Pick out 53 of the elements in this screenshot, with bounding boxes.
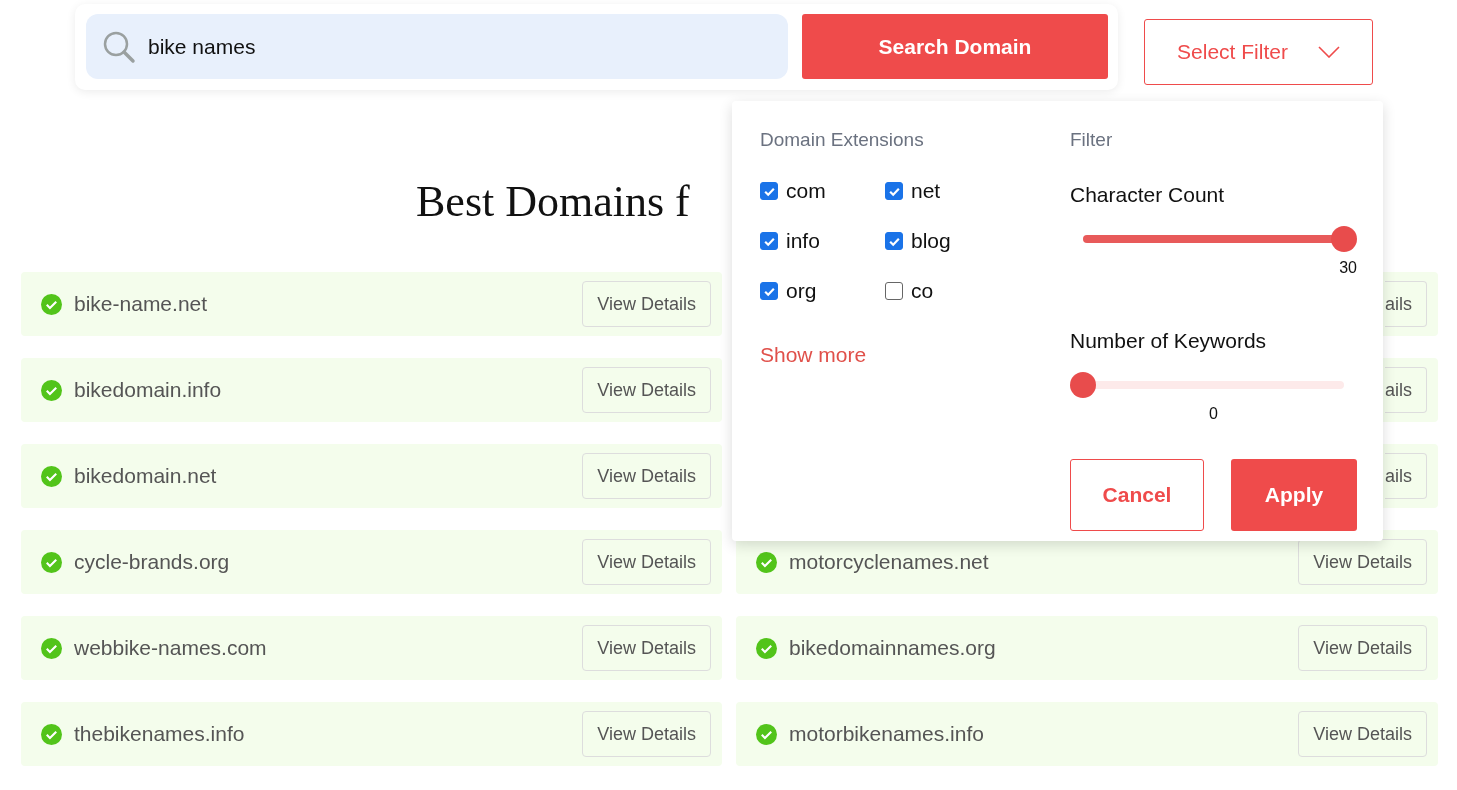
check-circle-icon [41,637,62,659]
view-details-button[interactable]: View Details [582,367,711,413]
search-field[interactable]: bike names [86,14,788,79]
extension-checkbox[interactable]: info [760,229,885,253]
slider-value: 0 [1208,405,1219,423]
slider-value: 30 [1338,259,1357,277]
slider-label: Number of Keywords [1070,329,1268,353]
view-details-button[interactable]: View Details [582,625,711,671]
check-circle-icon [756,723,777,745]
chevron-down-icon [1317,46,1340,58]
extension-checkbox[interactable]: com [760,179,885,203]
domain-name: bikedomain.info [74,378,223,402]
apply-button[interactable]: Apply [1231,459,1357,531]
search-icon [102,29,136,64]
extension-checkbox[interactable]: co [885,279,1005,303]
select-filter-button[interactable]: Select Filter [1144,19,1373,85]
check-circle-icon [756,637,777,659]
extension-checkbox[interactable]: org [760,279,885,303]
view-details-button[interactable]: ails [1385,453,1427,499]
view-details-button[interactable]: View Details [1298,625,1427,671]
domain-name: bike-name.net [74,292,209,316]
cancel-button[interactable]: Cancel [1070,459,1204,531]
check-circle-icon [41,293,62,315]
slider-thumb[interactable] [1070,372,1096,398]
view-details-button[interactable]: View Details [582,453,711,499]
domain-name: bikedomain.net [74,464,218,488]
view-details-button[interactable]: View Details [582,281,711,327]
check-circle-icon [41,551,62,573]
check-circle-icon [41,465,62,487]
slider-label: Character Count [1070,183,1226,207]
check-circle-icon [41,723,62,745]
view-details-button[interactable]: ails [1385,281,1427,327]
view-details-button[interactable]: View Details [1298,711,1427,757]
view-details-button[interactable]: ails [1385,367,1427,413]
page-heading: Best Domains f [416,176,690,228]
domain-name: cycle-brands.org [74,550,231,574]
domain-name: thebikenames.info [74,722,246,746]
domain-name: bikedomainnames.org [789,636,997,660]
view-details-button[interactable]: View Details [582,539,711,585]
search-input[interactable]: bike names [146,33,772,60]
section-title: Domain Extensions [760,129,925,151]
check-circle-icon [756,551,777,573]
section-title: Filter [1070,129,1114,151]
domain-name: motorbikenames.info [789,722,985,746]
slider-thumb[interactable] [1331,226,1357,252]
extension-checkbox[interactable]: net [885,179,1005,203]
check-circle-icon [41,379,62,401]
domain-name: webbike-names.com [74,636,268,660]
show-more-link[interactable]: Show more [760,343,867,367]
domain-name: motorcyclenames.net [789,550,990,574]
extension-checkbox[interactable]: blog [885,229,1005,253]
search-domain-button[interactable]: Search Domain [802,14,1108,79]
view-details-button[interactable]: View Details [582,711,711,757]
